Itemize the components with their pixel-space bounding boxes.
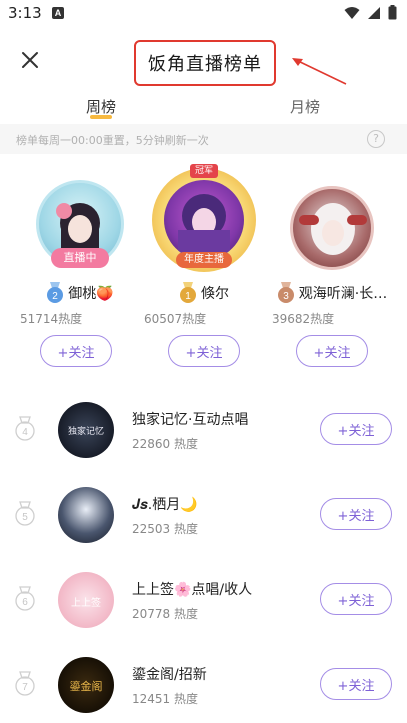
avatar-caption: 独家记忆: [67, 427, 104, 437]
follow-button[interactable]: +关注: [40, 335, 112, 367]
rank-badge-icon: 5: [15, 501, 35, 526]
podium-name-row: 1 倏尔: [144, 282, 264, 304]
svg-text:3: 3: [283, 291, 289, 302]
avatar[interactable]: 独家记忆: [58, 402, 114, 458]
podium-heat: 51714热度: [20, 312, 83, 326]
avatar[interactable]: 鎏金阁: [58, 657, 114, 713]
list-heat: 22860 热度: [132, 437, 198, 451]
svg-text:4: 4: [22, 427, 28, 438]
podium-name: 观海听澜·长…: [298, 286, 388, 302]
podium-rank-3[interactable]: 3 观海听澜·长… 39682热度 +关注: [272, 170, 392, 370]
medal-2-icon: 2: [47, 282, 64, 303]
notification-icon: A: [52, 7, 64, 19]
follow-button[interactable]: +关注: [320, 583, 392, 615]
status-icons: [344, 5, 397, 20]
avatar-caption: 鎏金阁: [69, 680, 103, 693]
wifi-icon: [344, 6, 360, 19]
medal-3-icon: 3: [277, 282, 294, 303]
svg-text:6: 6: [22, 597, 28, 608]
status-time: 3:13: [8, 4, 42, 22]
page-title-highlight: 饭角直播榜单: [134, 40, 276, 86]
close-button[interactable]: [18, 48, 42, 72]
follow-button[interactable]: +关注: [320, 413, 392, 445]
list-item[interactable]: 7 鎏金阁 鎏金阁/招新 12451 热度 +关注: [0, 642, 407, 723]
avatar[interactable]: 上上签: [58, 572, 114, 628]
status-bar: 3:13 A: [0, 0, 407, 28]
signal-icon: [368, 6, 380, 19]
list-heat: 12451 热度: [132, 692, 198, 706]
list-heat: 20778 热度: [132, 607, 198, 621]
avatar[interactable]: [58, 487, 114, 543]
svg-text:2: 2: [53, 291, 59, 302]
notice-text: 榜单每周一00:00重置，5分钟刷新一次: [16, 134, 209, 147]
tab-weekly[interactable]: 周榜: [86, 96, 116, 117]
list-item[interactable]: 5 𝑱𝒔.栖月🌙 22503 热度 +关注: [0, 472, 407, 557]
medal-1-icon: 1: [180, 282, 196, 303]
annual-badge: 年度主播: [176, 252, 232, 268]
list-name: 上上签🌸点唱/收人: [132, 582, 253, 598]
crown-label: 冠军: [190, 164, 218, 178]
avatar-illustration: [299, 203, 367, 255]
rank-badge-icon: 6: [15, 586, 35, 611]
podium-name: 御桃🍑: [68, 286, 114, 302]
tab-active-indicator: [90, 115, 112, 119]
page-title: 饭角直播榜单: [148, 54, 262, 75]
svg-text:1: 1: [185, 291, 191, 302]
battery-icon: [388, 5, 397, 20]
help-icon[interactable]: ?: [367, 130, 385, 148]
notice-bar: 榜单每周一00:00重置，5分钟刷新一次 ?: [0, 124, 407, 154]
list-item[interactable]: 6 上上签 上上签🌸点唱/收人 20778 热度 +关注: [0, 557, 407, 642]
close-icon: [22, 52, 38, 68]
podium-rank-1[interactable]: 冠军 年度主播 1 倏尔 60507热度 +关注: [144, 164, 264, 370]
list-item[interactable]: 4 独家记忆 独家记忆·互动点唱 22860 热度 +关注: [0, 387, 407, 472]
live-badge: 直播中: [51, 248, 109, 268]
podium-heat: 39682热度: [272, 312, 335, 326]
follow-button[interactable]: +关注: [296, 335, 368, 367]
avatar[interactable]: [164, 180, 244, 260]
podium-name: 倏尔: [201, 286, 229, 302]
list-name: 独家记忆·互动点唱: [132, 412, 249, 428]
annotation-arrow-icon: [292, 58, 347, 85]
avatar-caption: 上上签: [71, 598, 101, 609]
follow-button[interactable]: +关注: [320, 498, 392, 530]
list-name: 𝑱𝒔.栖月🌙: [132, 497, 198, 513]
avatar[interactable]: [290, 186, 374, 270]
follow-button[interactable]: +关注: [320, 668, 392, 700]
rank-badge-icon: 4: [15, 416, 35, 441]
podium-rank-2[interactable]: 直播中 2 御桃🍑 51714热度 +关注: [20, 170, 140, 370]
rank-badge-icon: 7: [15, 671, 35, 696]
podium-name-row: 3 观海听澜·长…: [272, 282, 392, 304]
avatar-illustration: [178, 194, 230, 260]
follow-button[interactable]: +关注: [168, 335, 240, 367]
podium-name-row: 2 御桃🍑: [20, 282, 140, 304]
svg-text:7: 7: [22, 682, 28, 693]
list-heat: 22503 热度: [132, 522, 198, 536]
list-name: 鎏金阁/招新: [132, 667, 207, 683]
podium-heat: 60507热度: [144, 312, 207, 326]
svg-text:5: 5: [22, 512, 28, 523]
tab-monthly[interactable]: 月榜: [290, 96, 320, 117]
